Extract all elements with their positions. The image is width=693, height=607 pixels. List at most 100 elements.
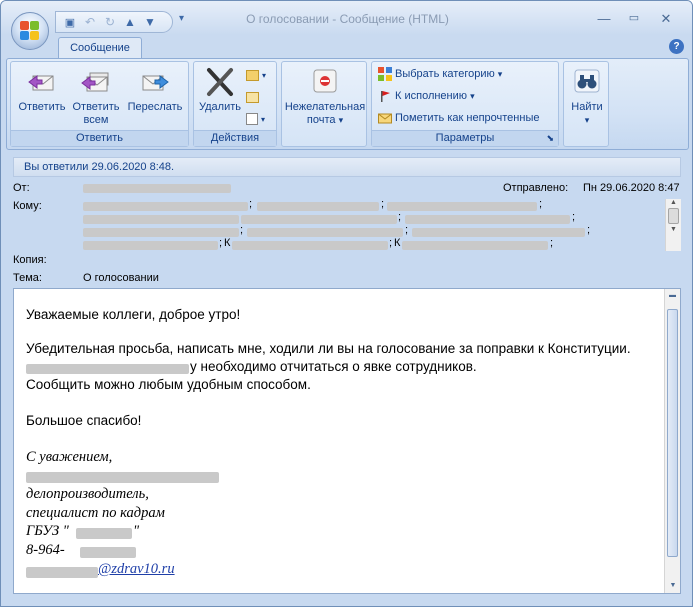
body-scrollbar[interactable]: ▬ ▼ (664, 289, 680, 593)
reply-all-button[interactable]: Ответить всем (69, 66, 123, 127)
tab-message[interactable]: Сообщение (58, 37, 142, 60)
redo-icon[interactable]: ↻ (102, 15, 118, 29)
recipients-scrollbar[interactable]: ▲ ▼ (665, 199, 681, 251)
follow-up-button[interactable]: К исполнению ▾ (378, 87, 475, 106)
forward-button[interactable]: Переслать (125, 66, 185, 114)
forward-label: Переслать (127, 101, 183, 113)
reply-all-label-1: Ответить (72, 101, 120, 113)
redacted-email-user (26, 567, 98, 578)
categorize-icon (378, 67, 392, 82)
reply-all-icon (80, 66, 112, 98)
follow-up-dropdown-icon: ▾ (470, 91, 475, 101)
other-actions-button[interactable]: ▾ (246, 110, 265, 129)
redacted-text (26, 364, 189, 374)
message-body[interactable]: Уважаемые коллеги, доброе утро! Убедител… (13, 288, 681, 594)
signature-position-2: специалист по кадрам (26, 505, 165, 521)
close-button[interactable]: ✕ (656, 11, 676, 27)
scroll-up-icon[interactable]: ▲ (666, 199, 681, 206)
from-label: От: (13, 182, 30, 194)
body-scroll-thumb[interactable] (667, 309, 678, 557)
junk-label-2: почта (306, 114, 336, 126)
up-arrow-icon[interactable]: ▲ (122, 15, 138, 29)
group-actions-label: Действия (194, 130, 276, 146)
reply-button[interactable]: Ответить (17, 66, 67, 114)
forward-icon (139, 66, 171, 98)
message-window: О голосовании - Сообщение (HTML) ▣ ↶ ↻ ▲… (0, 0, 693, 607)
junk-mail-icon (309, 66, 341, 98)
delete-x-icon (204, 66, 236, 98)
categorize-button[interactable]: Выбрать категорию ▾ (378, 65, 502, 84)
ribbon-tab-row: Сообщение ? (1, 35, 692, 60)
junk-label-1: Нежелательная (284, 101, 366, 113)
other-actions-icon (246, 113, 258, 126)
group-respond: Ответить Ответить всем Переслать Ответит… (10, 61, 189, 147)
signature-org-suffix: " (133, 523, 140, 539)
reply-icon (26, 66, 58, 98)
group-options-title: Параметры (435, 132, 495, 144)
sent-value: Пн 29.06.2020 8:47 (583, 182, 680, 194)
signature-org-prefix: ГБУЗ " (26, 523, 69, 539)
signature-email-link[interactable]: @zdrav10.ru (98, 561, 175, 578)
delete-label: Удалить (199, 101, 241, 113)
quick-access-toolbar: ▣ ↶ ↻ ▲ ▼ (55, 11, 173, 33)
redacted-signature-name (26, 472, 219, 483)
group-respond-label: Ответить (11, 130, 188, 146)
help-icon[interactable]: ? (669, 39, 684, 54)
maximize-button[interactable]: ▭ (624, 11, 644, 24)
save-icon[interactable]: ▣ (62, 16, 78, 29)
reply-all-label-2: всем (83, 114, 109, 126)
redacted-phone (80, 547, 136, 558)
title-bar: О голосовании - Сообщение (HTML) ▣ ↶ ↻ ▲… (1, 1, 692, 35)
body-line-2: у необходимо отчитаться о явке сотрудник… (190, 359, 477, 374)
office-logo-icon (20, 21, 40, 41)
follow-up-label: К исполнению (395, 90, 468, 102)
cc-label: Копия: (13, 254, 47, 266)
office-button[interactable] (11, 12, 49, 50)
junk-mail-button[interactable]: Нежелательная почта ▾ (284, 66, 366, 127)
body-scroll-down-icon[interactable]: ▼ (665, 582, 681, 589)
subject-label: Тема: (13, 272, 42, 284)
group-options-label: Параметры ⬊ (372, 130, 558, 146)
folder-icon (246, 69, 259, 81)
categorize-dropdown-icon: ▾ (497, 69, 503, 79)
mark-unread-button[interactable]: Пометить как непрочтенные (378, 109, 539, 128)
group-actions: Удалить ▾ ▾ Действия (193, 61, 277, 147)
signature-regards: С уважением, (26, 449, 113, 465)
down-arrow-icon[interactable]: ▼ (142, 15, 158, 29)
scroll-thumb[interactable] (668, 208, 679, 224)
body-greeting: Уважаемые коллеги, доброе утро! (26, 307, 241, 322)
find-button[interactable]: Найти ▾ (566, 66, 608, 127)
find-label: Найти (571, 101, 603, 113)
mark-unread-label: Пометить как непрочтенные (395, 112, 540, 124)
minimize-button[interactable]: — (594, 11, 614, 26)
create-rule-button[interactable] (246, 88, 262, 107)
move-to-folder-button[interactable]: ▾ (246, 66, 266, 85)
body-thanks: Большое спасибо! (26, 413, 142, 428)
reply-label: Ответить (18, 101, 66, 113)
delete-button[interactable]: Удалить (196, 66, 244, 114)
subject-value: О голосовании (83, 272, 159, 284)
categorize-label: Выбрать категорию (395, 68, 495, 80)
group-find: Найти ▾ (563, 61, 609, 147)
body-line-3: Сообщить можно любым удобным способом. (26, 377, 311, 392)
undo-icon[interactable]: ↶ (82, 15, 98, 29)
signature-position-1: делопроизводитель, (26, 486, 149, 502)
find-dropdown-icon: ▾ (584, 115, 590, 125)
junk-dropdown-icon: ▾ (338, 115, 344, 125)
redacted-sender (83, 184, 231, 193)
options-dialog-launcher-icon[interactable]: ⬊ (546, 131, 554, 146)
info-bar: Вы ответили 29.06.2020 8:48. (13, 157, 681, 177)
flag-icon (378, 89, 392, 103)
sent-label: Отправлено: (503, 182, 569, 194)
signature-phone-prefix: 8-964- (26, 542, 65, 558)
ribbon: Ответить Ответить всем Переслать Ответит… (6, 58, 689, 150)
scroll-down-icon[interactable]: ▼ (666, 226, 681, 233)
envelope-icon (378, 111, 392, 125)
to-label: Кому: (13, 200, 42, 212)
group-junk: Нежелательная почта ▾ (281, 61, 367, 147)
body-line-1: Убедительная просьба, написать мне, ходи… (26, 341, 631, 356)
rule-icon (246, 91, 259, 103)
customize-toolbar-icon[interactable]: ▾ (179, 13, 184, 24)
body-scroll-up-icon[interactable]: ▬ (665, 292, 680, 299)
redacted-org (76, 528, 132, 539)
